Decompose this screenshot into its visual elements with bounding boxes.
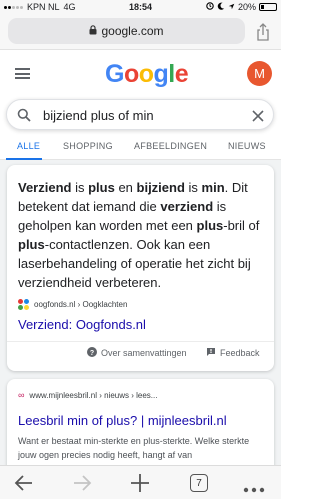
url-bar[interactable]: google.com: [8, 18, 245, 44]
svg-text:?: ?: [90, 350, 94, 357]
battery-percent: 20%: [237, 2, 256, 12]
status-bar: KPN NL 4G 18:54 20%: [0, 0, 281, 14]
search-icon[interactable]: [17, 108, 31, 127]
snippet-highlight: plus: [18, 237, 45, 252]
tab-switcher-button[interactable]: 7: [190, 474, 208, 492]
search-tabs: ALLE SHOPPING AFBEELDINGEN NIEUWS: [0, 133, 281, 160]
snippet-result-link[interactable]: Verziend: Oogfonds.nl: [18, 317, 146, 332]
feedback-icon: [206, 347, 216, 359]
snippet-highlight: Verziend: [18, 180, 72, 195]
snippet-highlight: verziend: [160, 199, 214, 214]
result-description: Want er bestaat min-sterkte en plus-ster…: [18, 436, 250, 460]
help-icon: ?: [87, 347, 97, 359]
forward-icon[interactable]: [72, 474, 92, 497]
card-divider: [7, 341, 274, 342]
snippet-segment: is: [71, 180, 89, 195]
oogfonds-favicon-icon: [18, 299, 29, 310]
lock-icon: [89, 24, 97, 38]
search-input[interactable]: bijziend plus of min: [43, 108, 154, 123]
snippet-text: Verziend is plus en bijziend is min. Dit…: [18, 178, 270, 292]
status-right: 20%: [206, 2, 277, 12]
snippet-segment: is: [184, 180, 202, 195]
browser-toolbar: 7: [0, 465, 281, 499]
alarm-icon: [206, 2, 214, 12]
google-logo-letter: o: [138, 60, 154, 88]
menu-icon[interactable]: [15, 68, 30, 79]
about-snippets-button[interactable]: ? Over samenvattingen: [87, 347, 187, 359]
search-box[interactable]: bijziend plus of min: [6, 99, 274, 130]
new-tab-icon[interactable]: [130, 474, 150, 497]
result-source-text: www.mijnleesbril.nl › nieuws › lees...: [29, 390, 158, 400]
mijnleesbril-favicon-icon: ∞: [18, 390, 25, 400]
about-snippets-label: Over samenvattingen: [101, 348, 187, 358]
snippet-segment: -contactlenzen. Ook kan een laserbehande…: [18, 237, 251, 290]
snippet-segment: en: [114, 180, 137, 195]
battery-icon: [259, 3, 277, 11]
share-icon[interactable]: [255, 23, 271, 41]
search-result-card: ∞ www.mijnleesbril.nl › nieuws › lees...…: [7, 379, 274, 479]
snippet-highlight: plus: [196, 218, 224, 233]
google-logo-letter: o: [123, 60, 139, 88]
back-icon[interactable]: [14, 474, 34, 497]
snippet-highlight: min: [201, 180, 225, 195]
feedback-label: Feedback: [220, 348, 260, 358]
result-source[interactable]: ∞ www.mijnleesbril.nl › nieuws › lees...: [18, 390, 157, 400]
tab-shopping[interactable]: SHOPPING: [63, 141, 113, 151]
google-logo-letter: g: [153, 60, 169, 88]
google-logo-letter: e: [174, 60, 189, 88]
moon-icon: [217, 2, 225, 12]
close-icon[interactable]: [252, 109, 264, 127]
snippet-source-text: oogfonds.nl › Oogklachten: [34, 300, 128, 309]
tab-alle[interactable]: ALLE: [17, 141, 40, 151]
tab-nieuws[interactable]: NIEUWS: [228, 141, 266, 151]
snippet-highlight: plus: [88, 180, 115, 195]
location-icon: [228, 2, 235, 12]
result-title-link[interactable]: Leesbril min of plus? | mijnleesbril.nl: [18, 413, 227, 428]
browser-bar: google.com: [0, 14, 281, 50]
tab-afbeeldingen[interactable]: AFBEELDINGEN: [134, 141, 207, 151]
snippet-highlight: bijziend: [136, 180, 185, 195]
avatar[interactable]: M: [247, 61, 272, 86]
url-text: google.com: [101, 24, 164, 38]
feedback-button[interactable]: Feedback: [206, 347, 260, 359]
featured-snippet-card: Verziend is plus en bijziend is min. Dit…: [7, 165, 274, 371]
google-logo-letter: G: [105, 60, 124, 88]
snippet-source[interactable]: oogfonds.nl › Oogklachten: [18, 299, 127, 310]
snippet-segment: -bril of: [223, 218, 260, 233]
google-header: Google M: [0, 50, 281, 96]
google-logo[interactable]: Google: [105, 60, 189, 89]
more-icon[interactable]: [243, 480, 265, 498]
